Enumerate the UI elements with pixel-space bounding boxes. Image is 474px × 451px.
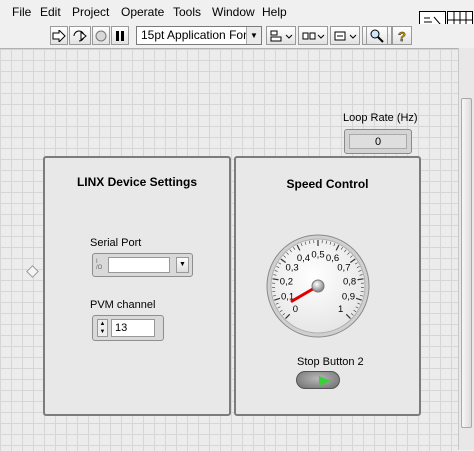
menu-bar: File Edit Project Operate Tools Window H… bbox=[0, 0, 474, 24]
run-arrow-icon[interactable] bbox=[50, 26, 68, 45]
loop-rate-value: 0 bbox=[349, 134, 407, 149]
speed-control-panel: Speed Control 00,10,20,30,40,50,60,70,80… bbox=[234, 156, 421, 416]
menu-operate[interactable]: Operate bbox=[121, 5, 164, 19]
gauge-tick-label: 0,8 bbox=[343, 276, 356, 287]
vertical-scrollbar[interactable] bbox=[458, 48, 474, 450]
font-select-value: 15pt Application Font bbox=[141, 28, 253, 42]
io-icon: I/O bbox=[96, 259, 106, 271]
serial-port-field[interactable] bbox=[108, 257, 170, 273]
svg-text:?: ? bbox=[398, 29, 406, 43]
search-icon[interactable] bbox=[366, 26, 388, 45]
align-icon[interactable] bbox=[266, 26, 296, 45]
gauge-tick-label: 0 bbox=[293, 304, 298, 315]
loop-rate-label: Loop Rate (Hz) bbox=[343, 112, 418, 124]
menu-tools[interactable]: Tools bbox=[173, 5, 201, 19]
gauge-hub bbox=[312, 280, 324, 292]
resize-icon[interactable] bbox=[330, 26, 360, 45]
decrement-arrow-icon[interactable]: ▼ bbox=[98, 328, 107, 336]
loop-rate-indicator: 0 bbox=[344, 129, 412, 154]
speed-gauge[interactable]: 00,10,20,30,40,50,60,70,80,91 bbox=[264, 232, 372, 340]
menu-window[interactable]: Window bbox=[212, 5, 255, 19]
play-arrow-icon bbox=[319, 376, 331, 386]
font-select[interactable]: 15pt Application Font ▼ bbox=[136, 26, 262, 45]
stop-button[interactable] bbox=[296, 371, 340, 389]
linx-settings-panel: LINX Device Settings Serial Port I/O ▼ P… bbox=[43, 156, 231, 416]
distribute-icon[interactable] bbox=[298, 26, 328, 45]
toolbar: 15pt Application Font ▼ ? bbox=[0, 24, 474, 48]
run-continuously-icon[interactable] bbox=[69, 26, 91, 45]
gauge-tick-label: 0,2 bbox=[280, 276, 293, 287]
serial-port-label: Serial Port bbox=[90, 237, 141, 249]
gauge-tick-label: 0,5 bbox=[311, 250, 324, 261]
menu-file[interactable]: File bbox=[12, 5, 31, 19]
gauge-tick-label: 0,3 bbox=[286, 263, 299, 274]
menu-edit[interactable]: Edit bbox=[40, 5, 61, 19]
scrollbar-thumb[interactable] bbox=[461, 98, 472, 428]
pause-icon[interactable] bbox=[111, 26, 129, 45]
gauge-tick-label: 1 bbox=[338, 304, 343, 315]
gauge-tick-label: 0,7 bbox=[337, 263, 350, 274]
increment-arrow-icon[interactable]: ▲ bbox=[98, 320, 107, 328]
abort-icon[interactable] bbox=[92, 26, 110, 45]
pwm-channel-label: PVM channel bbox=[90, 299, 155, 311]
help-icon[interactable]: ? bbox=[392, 26, 412, 45]
pwm-channel-value[interactable]: 13 bbox=[111, 319, 155, 337]
menu-help[interactable]: Help bbox=[262, 5, 287, 19]
gauge-tick-label: 0,4 bbox=[297, 253, 310, 264]
gauge-tick-label: 0,9 bbox=[342, 291, 355, 302]
stop-button-label: Stop Button 2 bbox=[297, 356, 364, 368]
chevron-down-icon[interactable]: ▼ bbox=[176, 257, 189, 273]
pwm-channel-control[interactable]: ▲ ▼ 13 bbox=[92, 315, 164, 341]
increment-stepper[interactable]: ▲ ▼ bbox=[97, 319, 108, 337]
linx-panel-title: LINX Device Settings bbox=[45, 175, 229, 189]
menu-project[interactable]: Project bbox=[72, 5, 109, 19]
speed-panel-title: Speed Control bbox=[236, 177, 419, 191]
chevron-down-icon[interactable]: ▼ bbox=[246, 27, 261, 44]
serial-port-control[interactable]: I/O ▼ bbox=[92, 253, 193, 277]
